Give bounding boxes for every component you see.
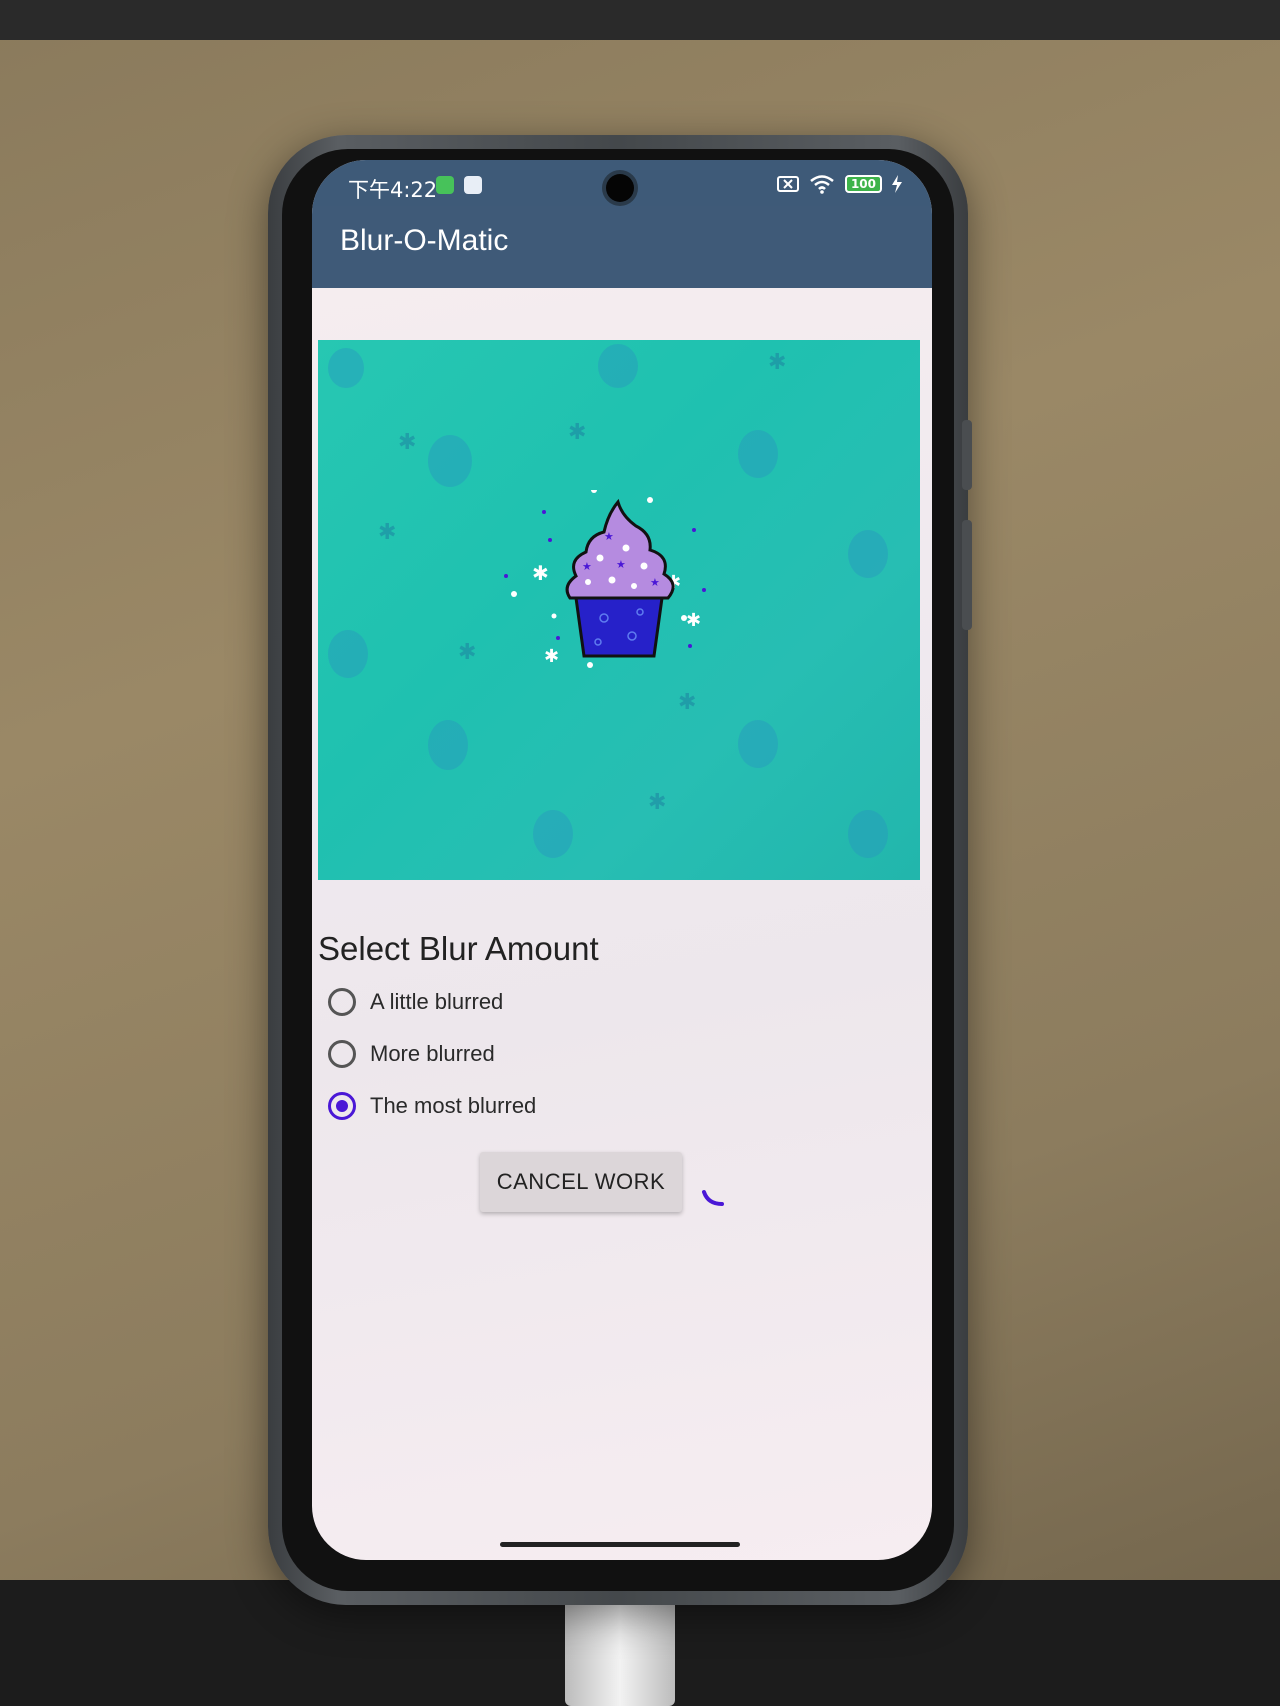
background-pattern-shape [428, 435, 472, 487]
desk-top [0, 0, 1280, 40]
battery-indicator: 100 [844, 175, 882, 193]
background-pattern-shape [328, 630, 368, 678]
blur-section-title: Select Blur Amount [318, 930, 599, 967]
background-pattern-shape [848, 810, 888, 858]
radio-label: The most blurred [370, 1093, 537, 1118]
charging-bolt-icon [892, 175, 902, 193]
svg-text:★: ★ [604, 530, 614, 543]
cupcake-image: ✱ ✱ ✱ ✱ ✱ ✱ ✱ ✱ ✱ ✱ ✱ [318, 340, 920, 880]
wifi-icon [810, 175, 834, 194]
power-button [962, 520, 972, 630]
background-star-icon: ✱ [458, 640, 477, 665]
background-pattern-shape [328, 348, 364, 388]
notification-app-icon [436, 176, 454, 194]
background-pattern-shape [598, 344, 638, 388]
background-pattern-shape [738, 430, 778, 478]
svg-text:★: ★ [650, 576, 660, 589]
progress-spinner-icon [702, 1190, 724, 1206]
radio-label: More blurred [370, 1041, 495, 1066]
status-time: 下午4:22 [348, 178, 438, 202]
svg-text:★: ★ [616, 558, 626, 571]
radio-button[interactable] [328, 1040, 356, 1068]
status-bar: 下午4:22 100 [312, 160, 932, 206]
radio-button[interactable] [328, 988, 356, 1016]
radio-label: A little blurred [370, 989, 504, 1014]
volume-button [962, 420, 972, 490]
background-pattern-shape [428, 720, 468, 770]
notification-image-icon [464, 176, 482, 194]
front-camera [606, 174, 634, 202]
background-star-icon: ✱ [678, 690, 697, 715]
background-star-icon: ✱ [768, 350, 787, 375]
cupcake-icon: ✱ ✱ ✱ ✱ ★ ★ ★ ★ [504, 490, 706, 668]
radio-option-more[interactable]: More blurred [328, 1040, 495, 1068]
background-pattern-shape [738, 720, 778, 768]
app-bar: Blur-O-Matic [312, 206, 932, 288]
background-pattern-shape [848, 530, 888, 578]
svg-text:✱: ✱ [686, 610, 701, 631]
radio-option-most[interactable]: The most blurred [328, 1092, 536, 1120]
svg-text:★: ★ [582, 560, 592, 573]
home-indicator[interactable] [500, 1542, 740, 1547]
status-icons: 100 [776, 174, 902, 194]
app-title: Blur-O-Matic [340, 224, 509, 257]
cancel-work-button[interactable]: CANCEL WORK [480, 1152, 682, 1212]
svg-text:✱: ✱ [544, 646, 559, 667]
background-star-icon: ✱ [378, 520, 397, 545]
radio-option-little[interactable]: A little blurred [328, 988, 503, 1016]
svg-text:✱: ✱ [532, 561, 549, 585]
background-star-icon: ✱ [568, 420, 587, 445]
no-sim-icon [776, 176, 799, 192]
phone-screen: 下午4:22 100 Blur-O-Matic ✱ ✱ ✱ ✱ ✱ ✱ ✱ ✱ … [312, 160, 932, 1560]
background-star-icon: ✱ [398, 430, 417, 455]
background-star-icon: ✱ [648, 790, 667, 815]
background-pattern-shape [533, 810, 573, 858]
radio-button-selected[interactable] [328, 1092, 356, 1120]
